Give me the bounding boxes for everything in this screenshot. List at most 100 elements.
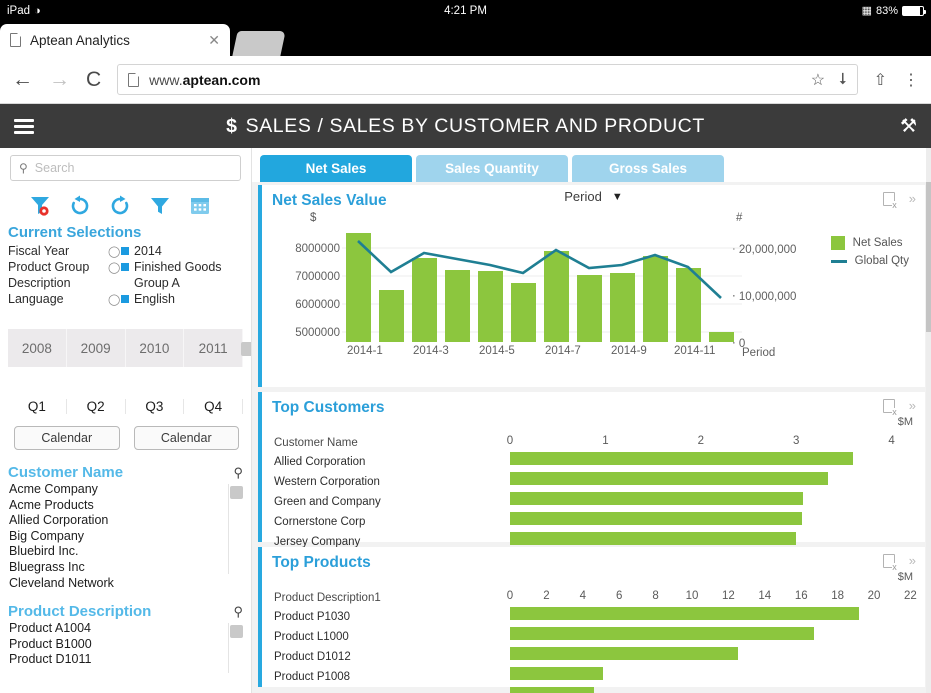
quarter-cell[interactable]: Q1 [8,399,67,414]
selection-chip: ◯ [108,245,134,258]
dimension-selector[interactable]: Period ▼ [564,189,622,204]
table-row[interactable]: Product P1030 [262,607,925,627]
search-icon[interactable]: ⚲ [233,465,243,481]
reload-button[interactable]: C [86,69,101,90]
quarter-filter-strip[interactable]: Q1 Q2 Q3 Q4 [8,393,243,419]
bar[interactable] [510,687,594,693]
url-text: www.aptean.com [149,72,260,88]
filter-icon[interactable] [148,193,172,217]
expand-icon[interactable]: » [909,553,916,568]
sidebar: ⚲ Search [0,148,252,693]
bar[interactable] [510,607,859,620]
microphone-icon[interactable]: ⭣ [839,71,847,89]
list-item[interactable]: Product A1004 [8,621,243,637]
list-item[interactable]: Allied Corporation [8,513,243,529]
bar[interactable] [510,667,603,680]
redo-icon[interactable] [108,193,132,217]
expand-icon[interactable]: » [909,191,916,206]
new-tab-button[interactable] [232,31,285,56]
bar[interactable] [510,472,828,485]
bar[interactable] [510,627,814,640]
table-row[interactable]: Green and Company [262,492,925,512]
customer-list-scrollbar[interactable] [230,486,243,499]
calendar-button-to[interactable]: Calendar [134,426,240,450]
clear-selection-icon[interactable] [883,399,895,413]
hamburger-icon[interactable] [14,119,34,134]
legend-swatch [831,236,845,250]
clear-selection-icon[interactable] [883,192,895,206]
table-row[interactable]: Allied Corporation [262,452,925,472]
year-cell[interactable]: 2009 [67,329,126,367]
content-scrollbar-track[interactable] [926,148,931,693]
x-tick: 6 [616,590,622,602]
selection-row-product-group[interactable]: Product Group ◯ Finished Goods [0,259,251,275]
year-cell[interactable]: 2008 [8,329,67,367]
list-item[interactable]: Product D1011 [8,652,243,668]
year-cell[interactable]: 2011 [184,329,243,367]
list-item[interactable]: Bluegrass Inc [8,560,243,576]
list-item[interactable]: Acme Products [8,498,243,514]
tools-icon[interactable]: ⚒ [900,115,917,138]
selection-row-description[interactable]: Description Group A [0,275,251,291]
selection-row-language[interactable]: Language ◯ English [0,291,251,307]
product-list-scrollbar[interactable] [230,625,243,638]
tab-gross-sales[interactable]: Gross Sales [572,155,724,182]
list-item[interactable]: Big Company [8,529,243,545]
year-strip-scrollbar[interactable] [241,342,252,356]
row-label: Product L1000 [262,631,510,643]
quarter-cell[interactable]: Q4 [184,399,243,414]
list-item[interactable]: Bluebird Inc. [8,544,243,560]
selection-row-fiscal-year[interactable]: Fiscal Year ◯ 2014 [0,243,251,259]
close-icon[interactable]: ✕ [208,33,220,47]
view-tabs: Net Sales Sales Quantity Gross Sales [252,148,931,182]
legend-item-global-qty[interactable]: Global Qty [831,252,909,270]
list-item[interactable]: Acme Company [8,482,243,498]
table-row[interactable]: Western Corporation [262,472,925,492]
bar[interactable] [510,512,802,525]
calendar-icon[interactable] [188,193,212,217]
tab-sales-quantity[interactable]: Sales Quantity [416,155,568,182]
forward-button[interactable]: → [49,69,70,90]
list-item[interactable]: Cleveland Network [8,576,243,592]
axis-ticks: 0 2 4 6 8 10 12 14 16 18 20 22 [510,588,925,607]
table-row[interactable]: Product P1008 [262,667,925,687]
selection-label: Language [8,292,108,306]
bar[interactable] [510,532,796,545]
undo-icon[interactable] [68,193,92,217]
list-item[interactable]: Product B1000 [8,637,243,653]
back-button[interactable]: ← [12,69,33,90]
bar[interactable] [510,647,738,660]
browser-tab[interactable]: Aptean Analytics ✕ [0,24,230,56]
bookmark-star-icon[interactable]: ☆ [811,70,825,90]
x-tick: 2014-11 [674,345,715,357]
bar[interactable] [510,492,803,505]
share-icon[interactable]: ⇧ [874,70,887,90]
table-row[interactable]: Product L1000 [262,627,925,647]
expand-icon[interactable]: » [909,398,916,413]
chevron-down-icon[interactable]: ▼ [612,191,623,203]
browser-menu-icon[interactable]: ⋮ [903,70,919,90]
search-icon[interactable]: ⚲ [233,604,243,620]
calendar-button-from[interactable]: Calendar [14,426,120,450]
clear-selections-icon[interactable] [28,193,52,217]
x-tick: 2 [698,435,704,447]
year-filter-strip[interactable]: 2008 2009 2010 2011 [8,329,243,367]
quarter-cell[interactable]: Q3 [126,399,185,414]
panel-top-customers: Top Customers » $M Customer Name 0 1 2 3 [258,392,925,542]
browser-tab-title: Aptean Analytics [30,33,199,48]
clear-selection-icon[interactable] [883,554,895,568]
quarter-cell[interactable]: Q2 [67,399,126,414]
url-input[interactable]: www.aptean.com ☆ ⭣ [117,64,857,95]
selection-chip: ◯ [108,261,134,274]
customer-list-header: Customer Name ⚲ [8,464,243,481]
year-cell[interactable]: 2010 [126,329,185,367]
table-row[interactable]: Product D1012 [262,647,925,667]
table-row[interactable] [262,687,925,693]
tab-net-sales[interactable]: Net Sales [260,155,412,182]
bar[interactable] [510,452,853,465]
table-row[interactable]: Cornerstone Corp [262,512,925,532]
battery-icon [902,6,924,16]
search-input[interactable]: ⚲ Search [10,155,241,181]
content-scrollbar-thumb[interactable] [926,182,931,332]
legend-item-net-sales[interactable]: Net Sales [831,234,909,252]
